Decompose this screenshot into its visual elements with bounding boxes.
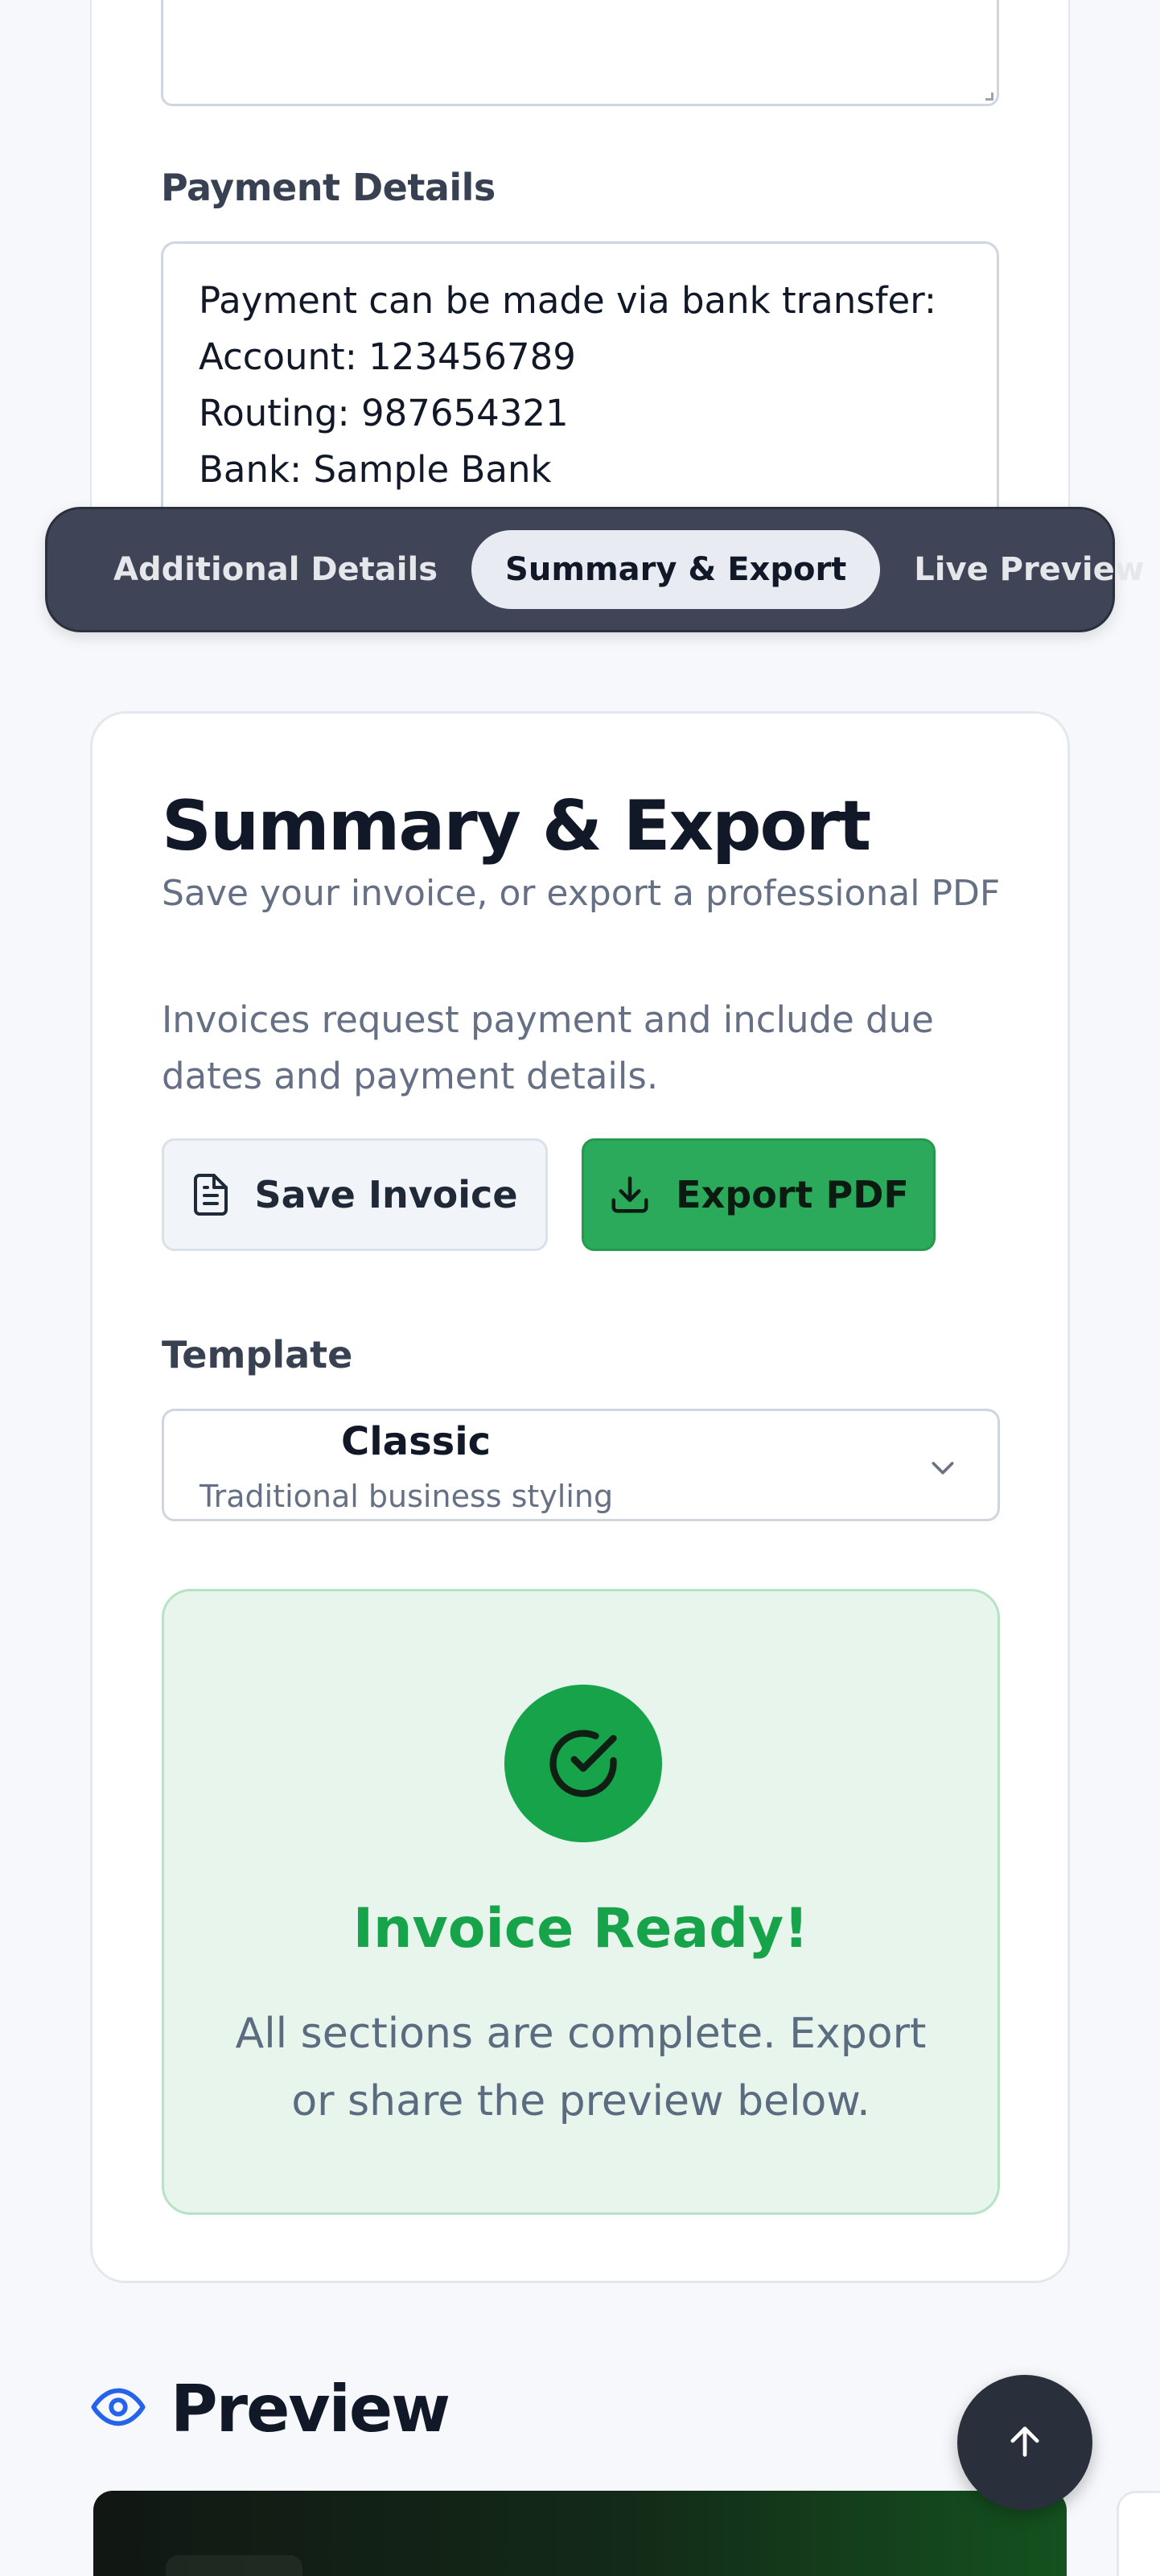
arrow-up-icon bbox=[1004, 2420, 1046, 2466]
template-selected-description: Traditional business styling bbox=[200, 1479, 614, 1514]
chevron-down-icon bbox=[927, 1451, 959, 1488]
preview-heading: Preview bbox=[90, 2372, 450, 2446]
invoice-preview-frame[interactable] bbox=[93, 2491, 1067, 2576]
invoice-ready-description: All sections are complete. Export or sha… bbox=[235, 2010, 927, 2125]
export-pdf-label: Export PDF bbox=[676, 1173, 909, 1216]
preview-title: Preview bbox=[171, 2372, 450, 2446]
invoice-ready-banner: Invoice Ready! All sections are complete… bbox=[162, 1589, 1000, 2215]
payment-line: Routing: 987654321 bbox=[199, 392, 569, 434]
payment-line: Bank: Sample Bank bbox=[199, 448, 552, 491]
summary-subtitle: Save your invoice, or export a professio… bbox=[162, 873, 1001, 914]
summary-export-card: Summary & Export Save your invoice, or e… bbox=[90, 711, 1070, 2283]
payment-line: Account: 123456789 bbox=[199, 335, 576, 378]
export-pdf-button[interactable]: Export PDF bbox=[582, 1138, 936, 1251]
payment-details-textarea[interactable]: Payment can be made via bank transfer: A… bbox=[161, 241, 999, 531]
template-select[interactable]: Classic Traditional business styling bbox=[162, 1409, 1000, 1521]
summary-description: Invoices request payment and include due… bbox=[162, 998, 934, 1097]
tab-live-preview[interactable]: Live Preview bbox=[880, 530, 1160, 609]
template-selected-name: Classic bbox=[341, 1419, 492, 1464]
invoice-ready-title: Invoice Ready! bbox=[352, 1897, 809, 1961]
eye-icon bbox=[90, 2379, 146, 2439]
check-circle-icon bbox=[504, 1685, 662, 1842]
save-invoice-label: Save Invoice bbox=[254, 1173, 518, 1216]
preview-side-panel bbox=[1117, 2491, 1160, 2576]
document-icon bbox=[191, 1173, 230, 1216]
template-label: Template bbox=[162, 1333, 353, 1376]
resize-handle[interactable] bbox=[985, 93, 993, 101]
notes-textarea[interactable] bbox=[161, 0, 999, 106]
preview-logo-placeholder bbox=[166, 2555, 302, 2576]
save-invoice-button[interactable]: Save Invoice bbox=[162, 1138, 548, 1251]
payment-details-label: Payment Details bbox=[161, 166, 496, 209]
download-icon bbox=[608, 1173, 652, 1216]
tab-additional-details[interactable]: Additional Details bbox=[80, 530, 471, 609]
section-tabbar: Additional Details Summary & Export Live… bbox=[45, 507, 1145, 632]
tab-summary-export[interactable]: Summary & Export bbox=[471, 530, 881, 609]
payment-line: Payment can be made via bank transfer: bbox=[199, 279, 937, 322]
summary-title: Summary & Export bbox=[162, 786, 871, 866]
scroll-to-top-button[interactable] bbox=[957, 2375, 1092, 2510]
